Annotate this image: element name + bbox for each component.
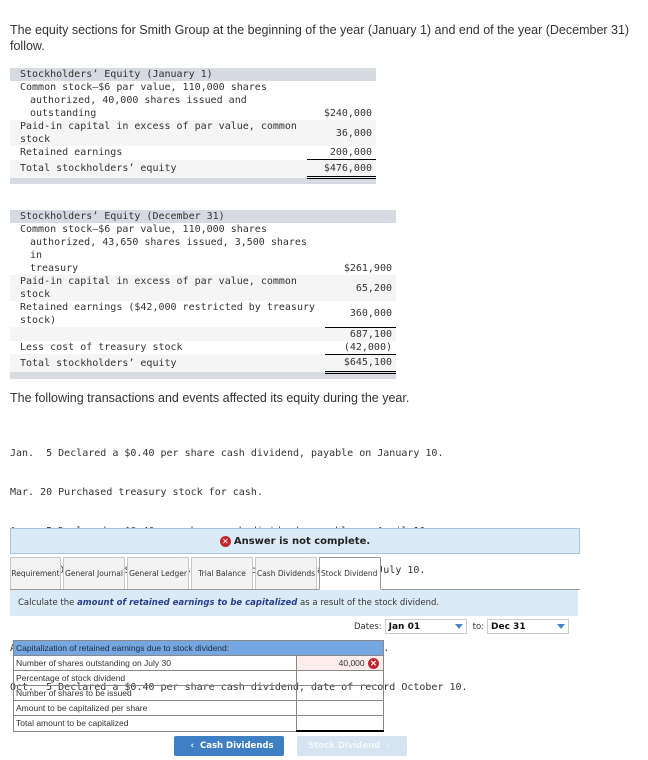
chevron-right-icon: › <box>386 741 390 751</box>
january-equity-table: Stockholders’ Equity (January 1) Common … <box>10 68 376 184</box>
capitalization-header: Capitalization of retained earnings due … <box>13 640 384 656</box>
instruction-prefix: Calculate the <box>18 598 78 608</box>
incorrect-x-icon: ✕ <box>368 657 379 669</box>
date-from-select[interactable]: Jan 01 <box>384 619 467 634</box>
january-table-title: Stockholders’ Equity (January 1) <box>10 68 376 81</box>
row-label: authorized, 40,000 shares issued and <box>30 95 247 106</box>
tab-cash-dividends[interactable]: Cash Dividends <box>255 557 317 589</box>
next-button-label: Stock Dividend <box>308 741 381 751</box>
date-to-select[interactable]: Dec 31 <box>487 619 570 634</box>
prev-button-label: Cash Dividends <box>200 741 274 751</box>
shares-outstanding-input[interactable]: 40,000 ✕ <box>296 655 384 671</box>
retained-earnings-amount: 200,000 <box>307 146 376 160</box>
paid-in-capital-amount: 36,000 <box>307 120 376 146</box>
row-label: Amount to be capitalized per share <box>13 700 297 716</box>
row-label: Total stockholders’ equity <box>10 354 325 372</box>
error-x-icon: ✕ <box>219 535 231 547</box>
row-label: authorized, 43,650 shares issued, 3,500 … <box>30 237 307 261</box>
to-label: to: <box>472 621 485 632</box>
retained-earnings-amount: 360,000 <box>324 301 396 328</box>
requirement-tabs: Requirement General Journal General Ledg… <box>10 557 580 590</box>
transaction-item: Mar. 20 Purchased treasury stock for cas… <box>10 487 263 498</box>
row-label: Common stock—$6 par value, 110,000 share… <box>20 82 267 93</box>
row-label: Number of shares outstanding on July 30 <box>13 655 297 671</box>
paid-in-capital-amount: 65,200 <box>324 275 396 301</box>
tab-general-journal[interactable]: General Journal <box>63 557 125 589</box>
row-label: treasury <box>30 263 79 274</box>
prev-cash-dividends-button[interactable]: ‹ Cash Dividends <box>174 736 284 756</box>
row-label: Common stock—$6 par value, 110,000 share… <box>20 224 267 235</box>
transactions-intro: The following transactions and events af… <box>10 391 410 405</box>
december-table-title: Stockholders’ Equity (December 31) <box>10 210 396 223</box>
treasury-stock-amount: (42,000) <box>324 340 396 355</box>
total-equity-amount: $476,000 <box>307 159 376 179</box>
answer-status-banner: ✕ Answer is not complete. <box>10 528 580 554</box>
total-equity-amount: $645,100 <box>324 354 396 374</box>
common-stock-amount: $261,900 <box>343 263 392 274</box>
date-from-value: Jan 01 <box>388 621 421 632</box>
common-stock-amount: $240,000 <box>323 108 372 119</box>
row-label: Retained earnings ($42,000 restricted by… <box>20 302 316 313</box>
date-range: Dates: Jan 01 to: Dec 31 <box>354 619 570 634</box>
problem-intro: The equity sections for Smith Group at t… <box>10 23 630 53</box>
tab-general-ledger[interactable]: General Ledger <box>127 557 189 589</box>
row-label: Paid-in capital in excess of par value, … <box>20 276 297 287</box>
percentage-input[interactable] <box>296 670 384 686</box>
row-label: Less cost of treasury stock <box>20 341 183 353</box>
tab-stock-dividend[interactable]: Stock Dividend <box>319 557 381 590</box>
transaction-item: Jan. 5 Declared a $0.40 per share cash d… <box>10 448 444 459</box>
instruction-suffix: as a result of the stock dividend. <box>297 598 440 608</box>
row-label <box>10 327 325 341</box>
subtotal-amount: 687,100 <box>324 327 396 341</box>
tab-requirement[interactable]: Requirement <box>10 557 61 589</box>
dates-label: Dates: <box>354 621 382 632</box>
row-label: stock <box>20 134 51 145</box>
chevron-down-icon <box>454 624 463 629</box>
row-label: Total stockholders’ equity <box>10 159 308 178</box>
shares-outstanding-value: 40,000 <box>338 657 365 668</box>
row-label: Number of shares to be issued <box>13 685 297 701</box>
total-capitalized-input[interactable] <box>296 715 384 732</box>
row-label: Total amount to be capitalized <box>13 715 297 732</box>
capitalization-table: Capitalization of retained earnings due … <box>13 640 384 732</box>
row-label: Paid-in capital in excess of par value, … <box>20 121 297 132</box>
december-equity-table: Stockholders’ Equity (December 31) Commo… <box>10 210 396 379</box>
instruction-text: Calculate the amount of retained earning… <box>10 590 578 616</box>
chevron-left-icon: ‹ <box>190 741 194 751</box>
shares-issued-input[interactable] <box>296 685 384 701</box>
answer-status-text: Answer is not complete. <box>233 535 371 547</box>
next-stock-dividend-button[interactable]: Stock Dividend › <box>297 736 407 756</box>
row-label: Percentage of stock dividend <box>13 670 297 686</box>
amount-per-share-input[interactable] <box>296 700 384 716</box>
row-label: stock <box>20 289 51 300</box>
row-label: Retained earnings <box>20 147 123 159</box>
instruction-emphasis: amount of retained earnings to be capita… <box>77 598 298 608</box>
row-label: stock) <box>20 315 57 326</box>
tab-trial-balance[interactable]: Trial Balance <box>191 557 253 589</box>
chevron-down-icon <box>557 624 566 629</box>
date-to-value: Dec 31 <box>491 621 526 632</box>
row-label: outstanding <box>30 108 97 119</box>
